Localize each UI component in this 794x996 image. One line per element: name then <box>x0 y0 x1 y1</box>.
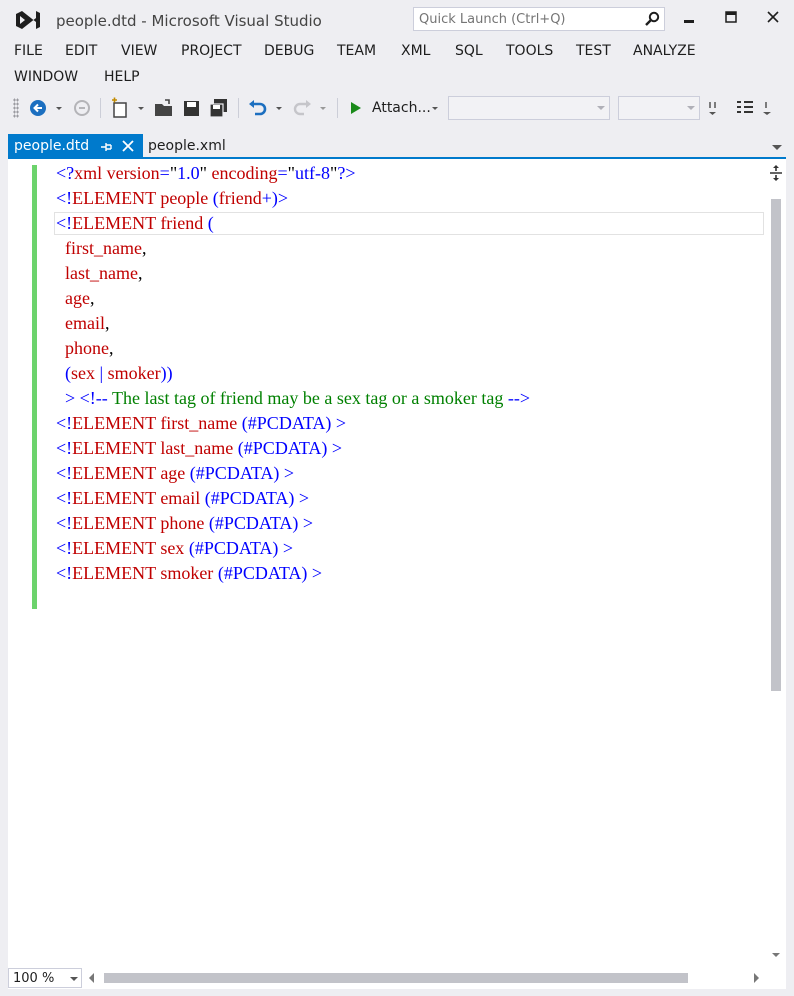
code-line[interactable]: age, <box>56 286 530 311</box>
vertical-scrollbar[interactable] <box>766 159 786 967</box>
standard-toolbar: Attach... <box>0 94 794 124</box>
editor-bottom-bar: 100 % <box>8 967 786 989</box>
redo-dropdown-icon[interactable] <box>316 96 330 120</box>
toolbar-separator <box>337 98 338 118</box>
code-line[interactable]: <!ELEMENT first_name (#PCDATA) > <box>56 411 530 436</box>
toolbar-grip[interactable] <box>13 98 19 118</box>
menu-tools[interactable]: TOOLS <box>506 41 553 61</box>
tab-label: people.xml <box>148 138 226 154</box>
search-icon[interactable] <box>644 11 660 27</box>
code-line[interactable]: last_name, <box>56 261 530 286</box>
forward-icon[interactable] <box>70 96 94 120</box>
code-line[interactable]: <?xml version="1.0" encoding="utf-8"?> <box>56 161 530 186</box>
tab-people-dtd[interactable]: people.dtd <box>8 134 143 159</box>
minimize-icon[interactable] <box>674 6 704 30</box>
menu-help[interactable]: HELP <box>104 67 140 87</box>
redo-icon[interactable] <box>290 96 314 120</box>
code-text[interactable]: <?xml version="1.0" encoding="utf-8"?> <!… <box>56 161 530 586</box>
close-tab-icon[interactable] <box>122 140 134 152</box>
scroll-left-icon[interactable] <box>88 972 96 984</box>
code-line[interactable]: <!ELEMENT smoker (#PCDATA) > <box>56 561 530 586</box>
save-all-icon[interactable] <box>207 96 231 120</box>
menu-bar: FILE EDIT VIEW PROJECT DEBUG TEAM XML SQ… <box>0 40 794 92</box>
code-line[interactable]: (sex | smoker)) <box>56 361 530 386</box>
zoom-dropdown-icon[interactable] <box>69 976 79 982</box>
quick-launch-input[interactable] <box>419 10 639 28</box>
zoom-dropdown[interactable]: 100 % <box>8 968 82 988</box>
toolbar-separator <box>100 98 101 118</box>
solution-platforms-dropdown[interactable] <box>618 96 700 120</box>
open-icon[interactable] <box>152 96 176 120</box>
tab-people-xml[interactable]: people.xml <box>143 134 263 159</box>
tab-label: people.dtd <box>14 138 90 154</box>
toolbar-options-icon[interactable] <box>706 96 728 120</box>
code-line[interactable]: <!ELEMENT friend ( <box>56 211 530 236</box>
menu-xml[interactable]: XML <box>401 41 430 61</box>
comment-lines-icon[interactable] <box>734 96 756 120</box>
zoom-level: 100 % <box>13 971 55 986</box>
undo-icon[interactable] <box>246 96 270 120</box>
toolbar-separator <box>238 98 239 118</box>
scroll-right-icon[interactable] <box>752 972 760 984</box>
split-window-icon[interactable] <box>769 164 783 182</box>
code-line[interactable]: > <!-- The last tag of friend may be a s… <box>56 386 530 411</box>
code-line[interactable]: <!ELEMENT age (#PCDATA) > <box>56 461 530 486</box>
menu-debug[interactable]: DEBUG <box>264 41 314 61</box>
tab-list-dropdown-icon[interactable] <box>770 142 784 152</box>
back-icon[interactable] <box>27 96 51 120</box>
menu-team[interactable]: TEAM <box>337 41 376 61</box>
horizontal-scroll-thumb[interactable] <box>104 973 688 983</box>
save-icon[interactable] <box>180 96 204 120</box>
quick-launch-box[interactable] <box>413 7 665 31</box>
change-tracking-margin <box>32 165 37 609</box>
close-icon[interactable] <box>758 6 788 30</box>
toolbar-overflow-icon[interactable] <box>760 96 778 120</box>
new-dropdown-icon[interactable] <box>134 96 148 120</box>
visual-studio-logo-icon <box>16 11 40 29</box>
code-line[interactable]: email, <box>56 311 530 336</box>
window-title: people.dtd - Microsoft Visual Studio <box>56 12 322 30</box>
attach-dropdown-icon[interactable] <box>430 96 442 120</box>
code-line[interactable]: <!ELEMENT email (#PCDATA) > <box>56 486 530 511</box>
code-line[interactable]: first_name, <box>56 236 530 261</box>
menu-project[interactable]: PROJECT <box>181 41 242 61</box>
menu-sql[interactable]: SQL <box>455 41 483 61</box>
undo-dropdown-icon[interactable] <box>272 96 286 120</box>
scroll-down-icon[interactable] <box>771 951 781 959</box>
back-dropdown-icon[interactable] <box>52 96 66 120</box>
menu-edit[interactable]: EDIT <box>65 41 97 61</box>
start-icon[interactable] <box>346 96 366 120</box>
menu-analyze[interactable]: ANALYZE <box>633 41 696 61</box>
pin-icon[interactable] <box>99 140 113 154</box>
menu-test[interactable]: TEST <box>576 41 611 61</box>
code-line[interactable]: <!ELEMENT last_name (#PCDATA) > <box>56 436 530 461</box>
code-line[interactable]: <!ELEMENT sex (#PCDATA) > <box>56 536 530 561</box>
code-line[interactable]: <!ELEMENT people (friend+)> <box>56 186 530 211</box>
code-line[interactable]: phone, <box>56 336 530 361</box>
menu-file[interactable]: FILE <box>14 41 43 61</box>
solution-configurations-dropdown[interactable] <box>448 96 610 120</box>
code-line[interactable]: <!ELEMENT phone (#PCDATA) > <box>56 511 530 536</box>
new-project-icon[interactable] <box>108 96 132 120</box>
maximize-icon[interactable] <box>716 6 746 30</box>
vertical-scroll-thumb[interactable] <box>771 199 781 691</box>
menu-view[interactable]: VIEW <box>121 41 157 61</box>
title-bar: people.dtd - Microsoft Visual Studio <box>0 0 794 38</box>
attach-button[interactable]: Attach... <box>372 100 431 116</box>
code-editor[interactable]: <?xml version="1.0" encoding="utf-8"?> <!… <box>8 159 786 967</box>
menu-window[interactable]: WINDOW <box>14 67 78 87</box>
